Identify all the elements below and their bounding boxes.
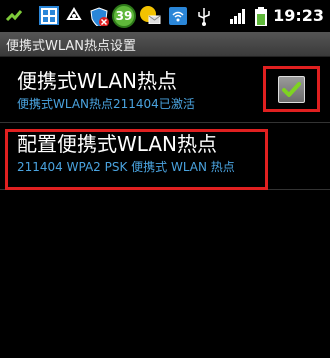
hotspot-toggle-title: 便携式WLAN热点 bbox=[17, 69, 178, 93]
recycle-icon bbox=[66, 7, 82, 20]
shield-icon bbox=[90, 7, 109, 26]
configure-hotspot-highlight bbox=[5, 129, 268, 190]
clock: 19:23 bbox=[273, 6, 324, 25]
app-icon bbox=[39, 6, 59, 25]
message-icon bbox=[140, 6, 161, 24]
checkbox-highlight bbox=[263, 66, 320, 112]
status-bar: 39 19:23 bbox=[0, 0, 330, 32]
wifi-hotspot-icon bbox=[169, 7, 187, 25]
signal-icon bbox=[230, 9, 245, 24]
usb-icon bbox=[198, 8, 210, 26]
notification-count-icon: 39 bbox=[112, 4, 136, 28]
hotspot-toggle-summary: 便携式WLAN热点211404已激活 bbox=[17, 97, 195, 111]
title-bar: 便携式WLAN热点设置 bbox=[0, 32, 330, 57]
battery-icon bbox=[255, 7, 267, 26]
page-title: 便携式WLAN热点设置 bbox=[6, 39, 137, 54]
usb-debug-icon bbox=[5, 10, 23, 22]
